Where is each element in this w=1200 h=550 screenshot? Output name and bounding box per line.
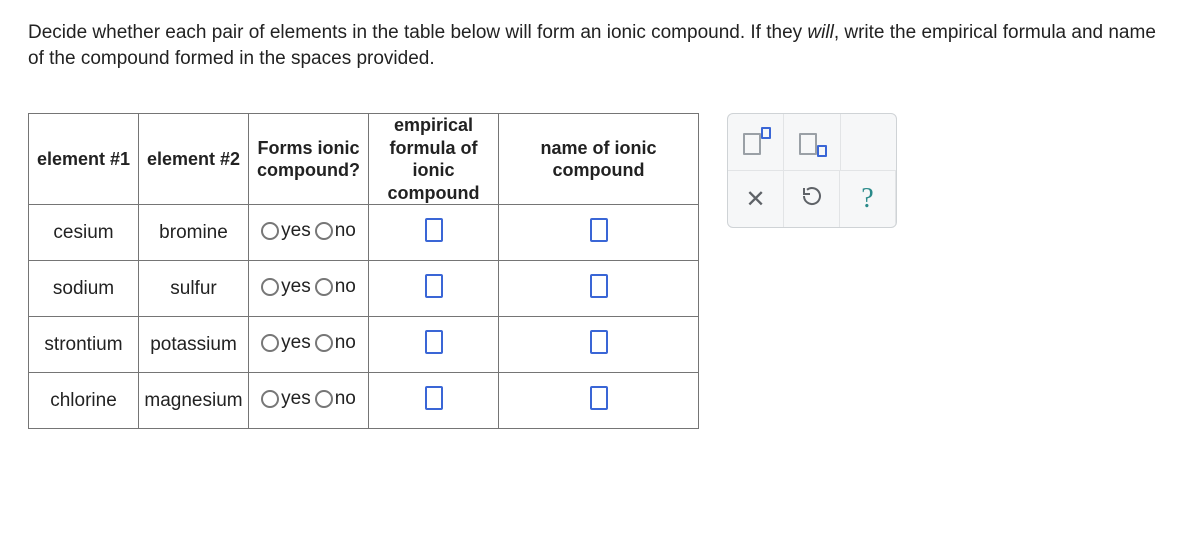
cell-element-1: strontium <box>29 317 139 373</box>
name-input-3[interactable] <box>590 386 608 410</box>
radio-icon <box>261 222 279 240</box>
radio-icon <box>315 334 333 352</box>
header-empirical-formula: empirical formula of ionic compound <box>369 114 499 205</box>
radio-icon <box>315 222 333 240</box>
name-input-0[interactable] <box>590 218 608 242</box>
header-element-2: element #2 <box>139 114 249 205</box>
radio-no-0[interactable]: no <box>315 220 356 242</box>
cell-element-2: magnesium <box>139 373 249 429</box>
reset-button[interactable] <box>784 171 840 227</box>
header-element-1: element #1 <box>29 114 139 205</box>
question-instructions: Decide whether each pair of elements in … <box>28 20 1172 71</box>
radio-no-label: no <box>335 220 356 242</box>
table-row: strontium potassium yes no <box>29 317 699 373</box>
cell-element-1: sodium <box>29 261 139 317</box>
formula-input-2[interactable] <box>425 330 443 354</box>
radio-no-label: no <box>335 276 356 298</box>
formula-input-1[interactable] <box>425 274 443 298</box>
formula-input-3[interactable] <box>425 386 443 410</box>
cell-forms-ionic: yes no <box>249 373 369 429</box>
cell-element-1: cesium <box>29 205 139 261</box>
radio-yes-1[interactable]: yes <box>261 276 311 298</box>
radio-no-label: no <box>335 332 356 354</box>
radio-yes-2[interactable]: yes <box>261 332 311 354</box>
radio-no-3[interactable]: no <box>315 388 356 410</box>
radio-no-1[interactable]: no <box>315 276 356 298</box>
cell-element-2: sulfur <box>139 261 249 317</box>
help-icon: ? <box>861 183 873 215</box>
header-forms-l2: compound? <box>257 160 360 180</box>
header-formula-l2: formula of ionic <box>390 138 478 181</box>
header-formula-l3: compound <box>388 183 480 203</box>
elements-table: element #1 element #2 Forms ionic compou… <box>28 113 699 429</box>
header-forms-ionic: Forms ionic compound? <box>249 114 369 205</box>
x-icon: ✕ <box>745 185 765 214</box>
table-row: cesium bromine yes no <box>29 205 699 261</box>
superscript-icon <box>743 129 769 155</box>
cell-forms-ionic: yes no <box>249 261 369 317</box>
subscript-icon <box>799 129 825 155</box>
table-row: chlorine magnesium yes no <box>29 373 699 429</box>
cell-forms-ionic: yes no <box>249 317 369 373</box>
header-formula-l1: empirical <box>394 115 473 135</box>
radio-yes-3[interactable]: yes <box>261 388 311 410</box>
table-header-row: element #1 element #2 Forms ionic compou… <box>29 114 699 205</box>
radio-icon <box>261 390 279 408</box>
radio-icon <box>315 390 333 408</box>
cell-element-2: potassium <box>139 317 249 373</box>
radio-yes-label: yes <box>281 388 311 410</box>
cell-forms-ionic: yes no <box>249 205 369 261</box>
header-forms-l1: Forms ionic <box>257 138 359 158</box>
radio-yes-label: yes <box>281 332 311 354</box>
help-button[interactable]: ? <box>840 171 896 227</box>
name-input-1[interactable] <box>590 274 608 298</box>
name-input-2[interactable] <box>590 330 608 354</box>
radio-yes-label: yes <box>281 276 311 298</box>
radio-icon <box>315 278 333 296</box>
header-compound-name: name of ionic compound <box>499 114 699 205</box>
instr-pre: Decide whether each pair of elements in … <box>28 22 807 43</box>
radio-yes-label: yes <box>281 220 311 242</box>
radio-icon <box>261 278 279 296</box>
clear-button[interactable]: ✕ <box>728 171 784 227</box>
table-row: sodium sulfur yes no <box>29 261 699 317</box>
reset-icon <box>800 184 824 214</box>
formula-input-0[interactable] <box>425 218 443 242</box>
instr-will: will <box>807 22 833 43</box>
radio-no-2[interactable]: no <box>315 332 356 354</box>
tool-palette: ✕ ? <box>727 113 897 228</box>
radio-icon <box>261 334 279 352</box>
superscript-button[interactable] <box>728 114 784 170</box>
cell-element-2: bromine <box>139 205 249 261</box>
radio-yes-0[interactable]: yes <box>261 220 311 242</box>
subscript-button[interactable] <box>784 114 840 170</box>
radio-no-label: no <box>335 388 356 410</box>
cell-element-1: chlorine <box>29 373 139 429</box>
